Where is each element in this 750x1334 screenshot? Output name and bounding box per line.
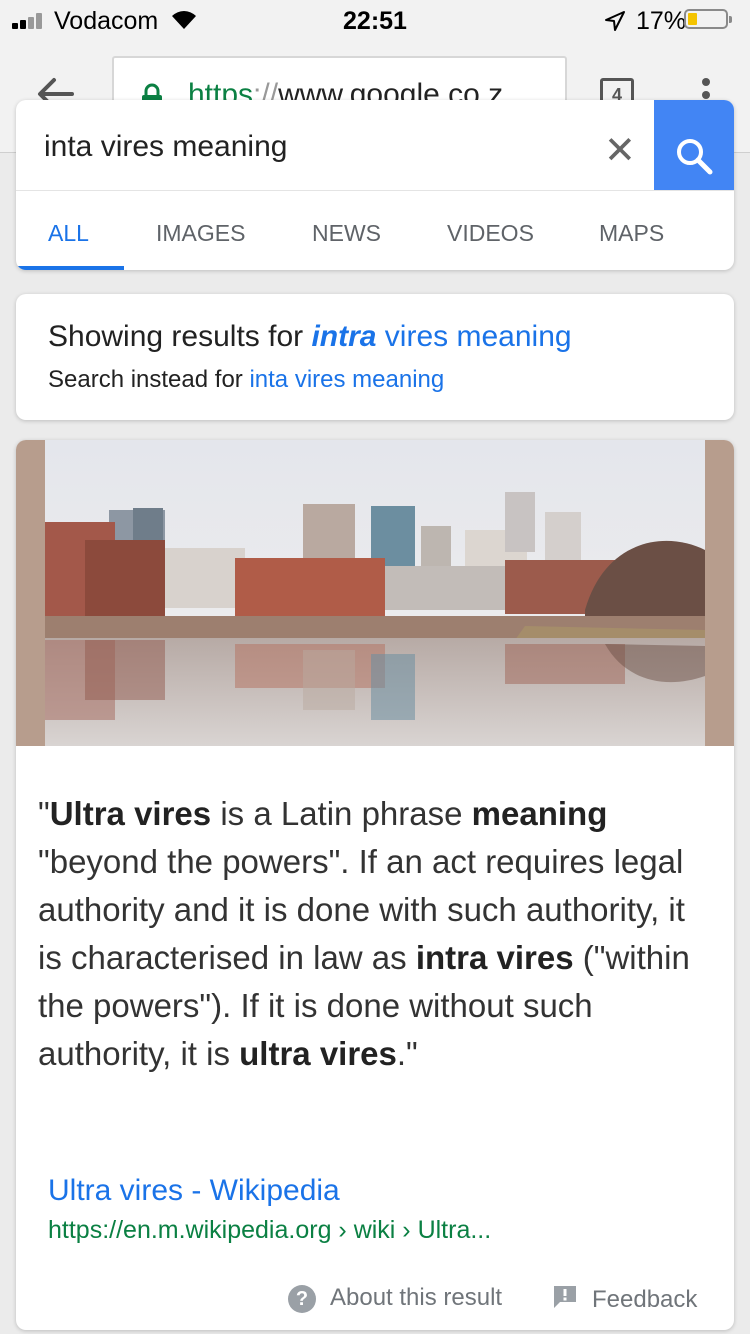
snippet-part-bold: ultra vires [239, 1035, 397, 1072]
feedback-label: Feedback [592, 1285, 698, 1313]
feedback-button[interactable]: Feedback [552, 1284, 697, 1317]
tab-maps[interactable]: MAPS [599, 220, 664, 247]
spelling-correction-card: Showing results for intra vires meaning … [16, 294, 734, 420]
snippet-part: ." [396, 1035, 418, 1072]
battery-icon [684, 9, 732, 29]
snippet-part: is a Latin phrase [211, 795, 472, 832]
location-arrow-icon [604, 10, 626, 39]
battery-percentage: 17% [636, 7, 687, 35]
feedback-icon [552, 1284, 578, 1317]
about-label: About this result [330, 1284, 503, 1311]
snippet-part: " [38, 795, 50, 832]
source-title-link[interactable]: Ultra vires - Wikipedia [48, 1174, 340, 1208]
snippet-part-bold: intra vires [415, 939, 574, 976]
snippet-text: "Ultra vires is a Latin phrase meaning "… [38, 790, 698, 1078]
search-icon [677, 139, 713, 175]
about-this-result-button[interactable]: ? About this result [288, 1284, 502, 1313]
search-instead-prefix: Search instead for [48, 366, 250, 393]
search-input[interactable]: inta vires meaning [44, 130, 287, 164]
source-url[interactable]: https://en.m.wikipedia.org › wiki › Ultr… [48, 1216, 491, 1245]
status-bar: Vodacom 22:51 17% [0, 0, 750, 40]
tab-all[interactable]: ALL [48, 220, 89, 247]
search-card: inta vires meaning ✕ ALL IMAGES NEWS VID… [16, 100, 734, 270]
divider [16, 190, 734, 191]
tab-images[interactable]: IMAGES [156, 220, 245, 247]
showing-results-line: Showing results for intra vires meaning [48, 320, 572, 354]
help-icon: ? [288, 1284, 316, 1313]
snippet-part-bold: meaning [471, 795, 608, 832]
active-tab-indicator [16, 266, 124, 270]
showing-results-prefix: Showing results for [48, 320, 312, 353]
tab-news[interactable]: NEWS [312, 220, 381, 247]
snippet-part-bold: Ultra vires [49, 795, 212, 832]
corrected-rest: vires meaning [376, 320, 572, 353]
search-button[interactable] [654, 100, 734, 190]
original-query-link[interactable]: inta vires meaning [249, 366, 444, 393]
city-skyline-image [45, 440, 705, 746]
search-instead-line: Search instead for inta vires meaning [48, 366, 444, 394]
corrected-term: intra [311, 320, 377, 353]
clear-icon[interactable]: ✕ [604, 128, 636, 173]
snippet-image[interactable] [16, 440, 734, 746]
tab-videos[interactable]: VIDEOS [447, 220, 534, 247]
featured-snippet-card: "Ultra vires is a Latin phrase meaning "… [16, 440, 734, 1330]
corrected-query-link[interactable]: intra vires meaning [311, 320, 571, 353]
